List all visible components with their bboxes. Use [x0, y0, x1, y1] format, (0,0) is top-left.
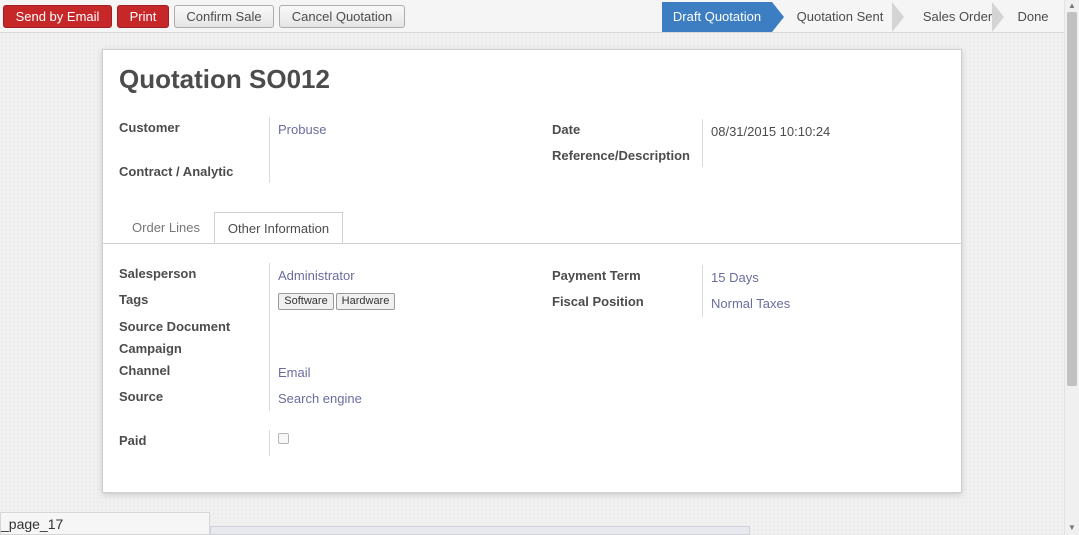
send-by-email-button[interactable]: Send by Email [3, 5, 112, 28]
field-divider [702, 119, 703, 167]
source-document-label: Source Document [119, 319, 231, 334]
payment-term-label: Payment Term [552, 268, 641, 283]
scrollbar-thumb[interactable] [1067, 12, 1077, 386]
channel-label: Channel [119, 363, 171, 378]
paid-checkbox[interactable] [278, 433, 289, 444]
control-panel: Send by Email Print Confirm Sale Cancel … [0, 0, 1064, 33]
title-prefix: Quotation [119, 64, 242, 94]
salesperson-field[interactable]: Administrator [278, 268, 355, 283]
paid-label: Paid [119, 433, 147, 448]
status-draft-quotation[interactable]: Draft Quotation [662, 2, 772, 32]
tab-other-information[interactable]: Other Information [214, 212, 343, 244]
source-label: Source [119, 389, 164, 404]
status-arrow-icon [892, 2, 904, 32]
campaign-label: Campaign [119, 341, 182, 356]
page-title: Quotation SO012 [119, 64, 330, 95]
salesperson-label: Salesperson [119, 266, 197, 281]
scroll-down-icon[interactable]: ▼ [1068, 523, 1076, 533]
fiscal-position-field[interactable]: Normal Taxes [711, 296, 790, 311]
status-done[interactable]: Done [1007, 2, 1059, 32]
contract-analytic-label: Contract / Analytic [119, 164, 234, 179]
status-arrow-icon [992, 2, 1004, 32]
payment-term-field[interactable]: 15 Days [711, 270, 759, 285]
status-arrow-icon [772, 2, 784, 32]
customer-label: Customer [119, 120, 180, 135]
field-divider [269, 430, 270, 456]
date-label: Date [552, 122, 581, 137]
bottom-page-tab[interactable]: _page_17 [0, 512, 210, 535]
title-number: SO012 [249, 64, 330, 94]
source-field[interactable]: Search engine [278, 391, 362, 406]
status-quotation-sent[interactable]: Quotation Sent [786, 2, 894, 32]
cancel-quotation-button[interactable]: Cancel Quotation [279, 5, 405, 28]
fiscal-position-label: Fiscal Position [552, 294, 644, 309]
print-button[interactable]: Print [117, 5, 169, 28]
scroll-up-icon[interactable]: ▲ [1068, 1, 1076, 11]
form-sheet: Quotation SO012 Customer Probuse Contrac… [102, 49, 962, 493]
field-divider [269, 263, 270, 411]
tab-order-lines[interactable]: Order Lines [120, 212, 212, 244]
tag-software[interactable]: Software [278, 293, 334, 310]
date-field[interactable]: 08/31/2015 10:10:24 [711, 124, 830, 139]
field-divider [269, 117, 270, 183]
field-divider [702, 265, 703, 317]
tag-hardware[interactable]: Hardware [336, 293, 395, 310]
bottom-panel [210, 526, 750, 535]
tags-label: Tags [119, 292, 149, 307]
customer-field[interactable]: Probuse [278, 122, 326, 137]
channel-field[interactable]: Email [278, 365, 311, 380]
tab-divider [103, 243, 961, 244]
confirm-sale-button[interactable]: Confirm Sale [174, 5, 274, 28]
reference-description-label: Reference/Description [552, 148, 690, 163]
vertical-scrollbar[interactable]: ▲ ▼ [1064, 0, 1079, 535]
